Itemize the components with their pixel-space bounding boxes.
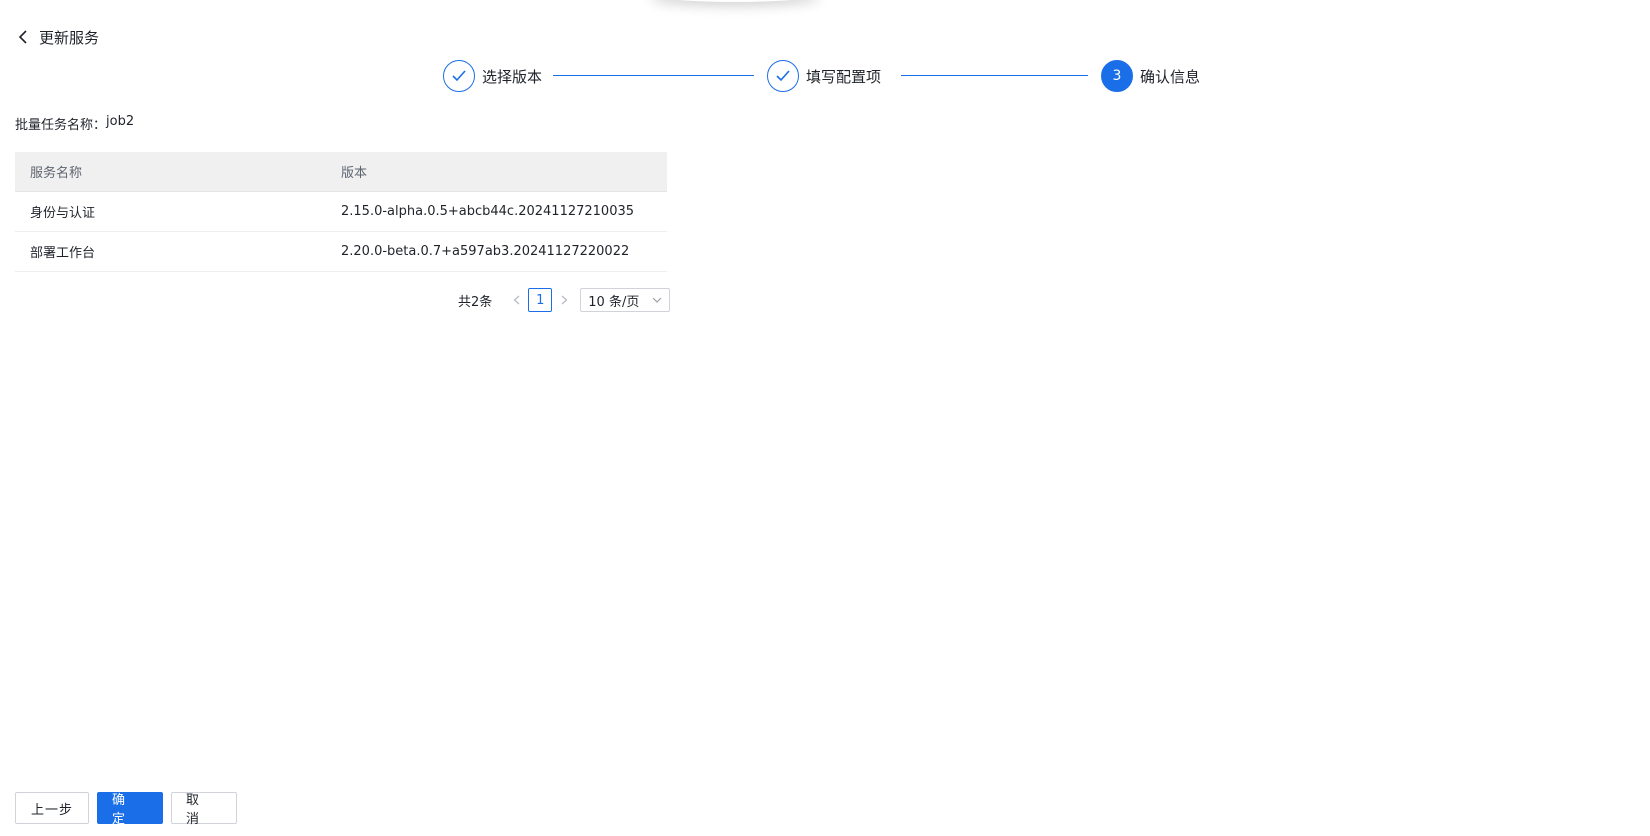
service-table: 服务名称 版本 身份与认证 2.15.0-alpha.0.5+abcb44c.2… bbox=[15, 152, 667, 272]
page-number-button[interactable]: 1 bbox=[528, 288, 553, 312]
update-service-page: 更新服务 选择版本 填写配置项 3 确认信息 批量任务名称： job2 服务名称… bbox=[0, 0, 1650, 836]
cancel-button[interactable]: 取 消 bbox=[171, 792, 237, 827]
step-connector bbox=[901, 75, 1088, 76]
steps-progress: 选择版本 填写配置项 3 确认信息 bbox=[443, 59, 1261, 93]
column-header-service-name: 服务名称 bbox=[30, 166, 83, 181]
page-title: 更新服务 bbox=[39, 28, 100, 47]
step-select-version: 选择版本 bbox=[443, 59, 542, 93]
version-cell: 2.20.0-beta.0.7+a597ab3.20241127220022 bbox=[341, 244, 630, 259]
check-icon bbox=[767, 60, 799, 92]
step-label: 选择版本 bbox=[482, 67, 543, 86]
batch-job-name: 批量任务名称： job2 bbox=[15, 114, 134, 133]
step-confirm-info: 3 确认信息 bbox=[1101, 59, 1200, 93]
page-size-select[interactable]: 10 条/页 bbox=[580, 288, 671, 312]
chevron-left-icon[interactable] bbox=[15, 28, 33, 46]
chevron-right-icon[interactable] bbox=[556, 288, 572, 312]
page-size-value: 10 条/页 bbox=[588, 294, 640, 310]
confirm-button[interactable]: 确 定 bbox=[97, 792, 163, 827]
column-header-version: 版本 bbox=[341, 166, 368, 181]
step-number-badge: 3 bbox=[1101, 60, 1133, 92]
service-name-cell: 身份与认证 bbox=[30, 206, 96, 221]
check-icon bbox=[443, 60, 475, 92]
pagination: 共2条 1 10 条/页 bbox=[458, 288, 671, 312]
footer-actions: 上一步 确 定 取 消 bbox=[15, 792, 237, 827]
version-cell: 2.15.0-alpha.0.5+abcb44c.20241127210035 bbox=[341, 204, 635, 219]
step-label: 确认信息 bbox=[1140, 67, 1201, 86]
table-row: 身份与认证 2.15.0-alpha.0.5+abcb44c.202411272… bbox=[15, 192, 667, 232]
service-name-cell: 部署工作台 bbox=[30, 246, 96, 261]
table-header: 服务名称 版本 bbox=[15, 152, 667, 192]
job-name-label: 批量任务名称： bbox=[15, 118, 107, 133]
step-label: 填写配置项 bbox=[806, 67, 882, 86]
total-count: 共2条 bbox=[458, 294, 493, 310]
chevron-down-icon bbox=[652, 295, 662, 306]
job-name-value: job2 bbox=[106, 114, 135, 129]
step-fill-config: 填写配置项 bbox=[767, 59, 881, 93]
back-header[interactable]: 更新服务 bbox=[15, 24, 99, 50]
chevron-left-icon[interactable] bbox=[508, 288, 524, 312]
table-row: 部署工作台 2.20.0-beta.0.7+a597ab3.2024112722… bbox=[15, 232, 667, 272]
top-popover-shadow bbox=[650, 0, 820, 2]
previous-step-button[interactable]: 上一步 bbox=[15, 792, 89, 824]
step-connector bbox=[553, 75, 754, 76]
